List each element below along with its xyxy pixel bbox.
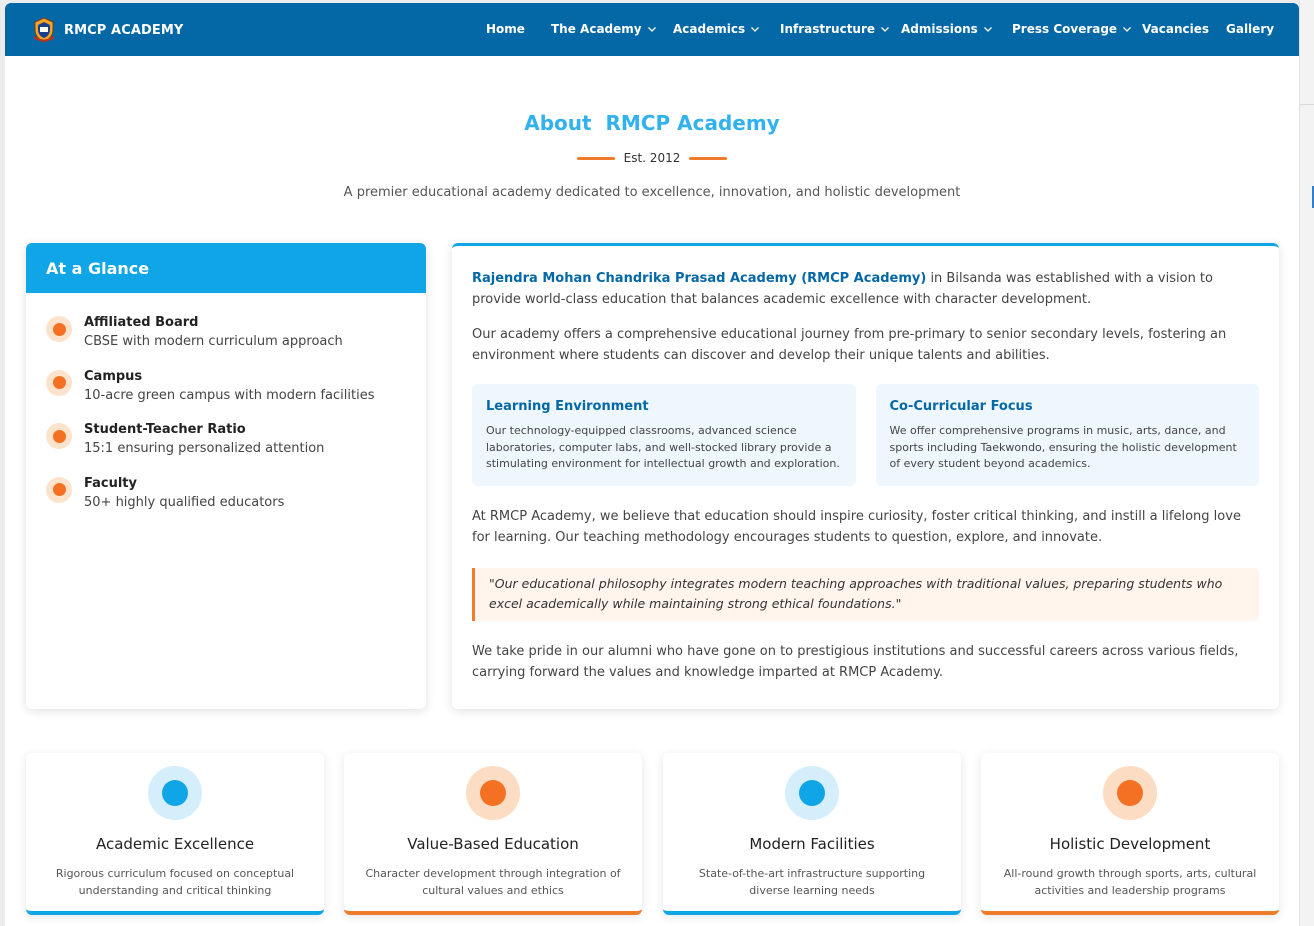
- feature-learning-environment: Learning Environment Our technology-equi…: [472, 384, 856, 486]
- brand-name: RMCP ACADEMY: [64, 22, 184, 38]
- glance-item-text: 10-acre green campus with modern facilit…: [84, 387, 375, 403]
- academy-full-name: Rajendra Mohan Chandrika Prasad Academy …: [472, 271, 927, 286]
- chevron-down-icon: [881, 27, 890, 32]
- circle-icon: [466, 766, 520, 820]
- divider-right: [689, 156, 728, 160]
- nav-admissions[interactable]: Admissions: [901, 22, 993, 36]
- established-year: Est. 2012: [623, 151, 681, 165]
- nav-academics[interactable]: Academics: [673, 22, 760, 36]
- journey-paragraph: Our academy offers a comprehensive educa…: [472, 327, 1227, 363]
- pillar-text: All-round growth through sports, arts, c…: [1003, 867, 1257, 897]
- pillar-title: Value-Based Education: [407, 835, 579, 853]
- glance-item-text: 15:1 ensuring personalized attention: [84, 441, 325, 456]
- nav-press-coverage-label: Press Coverage: [1012, 22, 1118, 36]
- nav-vacancies-label: Vacancies: [1142, 22, 1209, 36]
- nav-press-coverage[interactable]: Press Coverage: [1012, 22, 1132, 36]
- bullet-dot-icon: [46, 476, 72, 503]
- at-a-glance-title: At a Glance: [26, 243, 426, 293]
- pillar-card-holistic-development: Holistic Development All-round growth th…: [981, 753, 1279, 915]
- intro-paragraph: Rajendra Mohan Chandrika Prasad Academy …: [472, 268, 1259, 310]
- nav-academics-label: Academics: [673, 22, 746, 36]
- browser-page: RMCP ACADEMY Home The Academy Academics …: [5, 3, 1299, 926]
- pillar-card-value-based-education: Value-Based Education Character developm…: [344, 753, 642, 915]
- pillar-text: State-of-the-art infrastructure supporti…: [698, 867, 926, 897]
- nav-the-academy-label: The Academy: [551, 22, 642, 36]
- circle-icon: [148, 766, 202, 820]
- pillar-text: Rigorous curriculum focused on conceptua…: [55, 867, 295, 897]
- glance-item: Faculty 50+ highly qualified educators: [46, 476, 406, 530]
- glance-item: Student-Teacher Ratio 15:1 ensuring perso…: [46, 422, 406, 476]
- feature-text: We offer comprehensive programs in music…: [889, 424, 1237, 470]
- page-title: About RMCP Academy: [524, 111, 780, 135]
- chevron-down-icon: [751, 27, 760, 32]
- brand[interactable]: RMCP ACADEMY: [32, 17, 183, 43]
- about-content-card: Rajendra Mohan Chandrika Prasad Academy …: [452, 243, 1279, 709]
- glance-list: Affiliated Board CBSE with modern curricu…: [26, 293, 426, 529]
- side-panel-edge: [1299, 0, 1314, 926]
- feature-text: Our technology-equipped classrooms, adva…: [486, 424, 840, 470]
- bullet-dot-icon: [46, 316, 72, 342]
- pillar-title: Holistic Development: [1049, 835, 1211, 853]
- alumni-paragraph: We take pride in our alumni who have gon…: [472, 644, 1239, 680]
- philosophy-quote: "Our educational philosophy integrates m…: [472, 568, 1259, 621]
- academy-logo-icon: [33, 17, 55, 43]
- nav-home[interactable]: Home: [486, 22, 525, 36]
- feature-title: Learning Environment: [486, 399, 649, 414]
- nav-the-academy[interactable]: The Academy: [551, 22, 657, 36]
- nav-home-label: Home: [486, 22, 525, 36]
- feature-co-curricular: Co-Curricular Focus We offer comprehensi…: [875, 384, 1259, 486]
- pillar-text: Character development through integratio…: [365, 867, 621, 897]
- pillar-title: Modern Facilities: [749, 835, 875, 853]
- nav-infrastructure-label: Infrastructure: [780, 22, 876, 36]
- circle-icon: [1103, 766, 1157, 820]
- glance-item-title: Faculty: [84, 475, 137, 491]
- chevron-down-icon: [983, 27, 992, 32]
- feature-boxes: Learning Environment Our technology-equi…: [472, 384, 1259, 486]
- circle-icon: [785, 766, 839, 820]
- at-a-glance-card: At a Glance Affiliated Board CBSE with mo…: [26, 243, 426, 709]
- nav-gallery[interactable]: Gallery: [1226, 22, 1274, 36]
- chevron-down-icon: [1123, 27, 1132, 32]
- bullet-dot-icon: [46, 369, 72, 396]
- nav-vacancies[interactable]: Vacancies: [1142, 22, 1209, 36]
- divider-left: [576, 156, 615, 160]
- glance-item-title: Campus: [84, 368, 143, 384]
- pillar-card-modern-facilities: Modern Facilities State-of-the-art infra…: [663, 753, 961, 915]
- nav-admissions-label: Admissions: [901, 22, 978, 36]
- glance-item-text: CBSE with modern curriculum approach: [84, 334, 343, 349]
- pillar-title: Academic Excellence: [95, 835, 255, 853]
- glance-item: Campus 10-acre green campus with modern f…: [46, 369, 406, 423]
- glance-item: Affiliated Board CBSE with modern curricu…: [46, 315, 406, 369]
- glance-item-title: Affiliated Board: [84, 315, 199, 330]
- established-row: Est. 2012: [5, 151, 1299, 165]
- feature-title: Co-Curricular Focus: [889, 399, 1033, 414]
- nav-gallery-label: Gallery: [1226, 22, 1275, 36]
- nav-infrastructure[interactable]: Infrastructure: [780, 22, 890, 36]
- glance-item-title: Student-Teacher Ratio: [84, 422, 246, 437]
- pillar-card-academic-excellence: Academic Excellence Rigorous curriculum …: [26, 753, 324, 915]
- chevron-down-icon: [647, 27, 656, 32]
- top-navbar: RMCP ACADEMY Home The Academy Academics …: [5, 3, 1299, 56]
- page-subtitle: A premier educational academy dedicated …: [343, 185, 961, 200]
- belief-paragraph: At RMCP Academy, we believe that educati…: [472, 509, 1241, 545]
- bullet-dot-icon: [46, 423, 72, 449]
- glance-item-text: 50+ highly qualified educators: [84, 494, 285, 510]
